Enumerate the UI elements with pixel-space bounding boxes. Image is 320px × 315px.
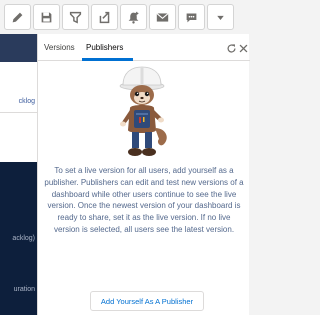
tab-publishers[interactable]: Publishers [86,43,123,52]
dropdown-arrow-icon [217,15,224,20]
chat-icon [186,12,197,22]
dashboard-toolbar [0,0,249,34]
save-button[interactable] [33,4,60,30]
close-icon[interactable] [238,43,249,54]
astro-mascot-illustration [119,66,167,156]
refresh-icon[interactable] [226,43,237,54]
row-divider [0,112,37,113]
email-icon [156,12,169,22]
pencil-icon [12,12,23,22]
chat-button[interactable] [178,4,205,30]
edit-button[interactable] [4,4,31,30]
add-yourself-as-publisher-button[interactable]: Add Yourself As A Publisher [90,291,204,311]
widget-label-backlog: acklog) [12,235,35,242]
email-button[interactable] [149,4,176,30]
save-icon [41,12,52,22]
subscribe-button[interactable] [120,4,147,30]
notification-bell-icon [128,11,139,24]
dashboard-canvas-edge: cklog acklog) uration [0,34,37,315]
widget-label-duration: uration [13,286,35,293]
publisher-description: To set a live version for all users, add… [44,166,244,234]
dark-widget: acklog) uration [0,162,37,315]
more-actions-button[interactable] [207,4,234,30]
dashboard-header-bar [0,34,37,62]
share-icon [99,11,110,23]
tab-versions[interactable]: Versions [44,43,75,52]
panel-tabs: Versions Publishers [38,34,250,61]
dashboard-row-backlog[interactable]: cklog [0,92,37,112]
version-panel: Versions Publishers To set a live versio… [37,34,250,315]
filter-button[interactable] [62,4,89,30]
active-tab-indicator [82,58,133,61]
filter-funnel-icon [69,11,82,24]
share-button[interactable] [91,4,118,30]
row-label: cklog [18,98,35,105]
